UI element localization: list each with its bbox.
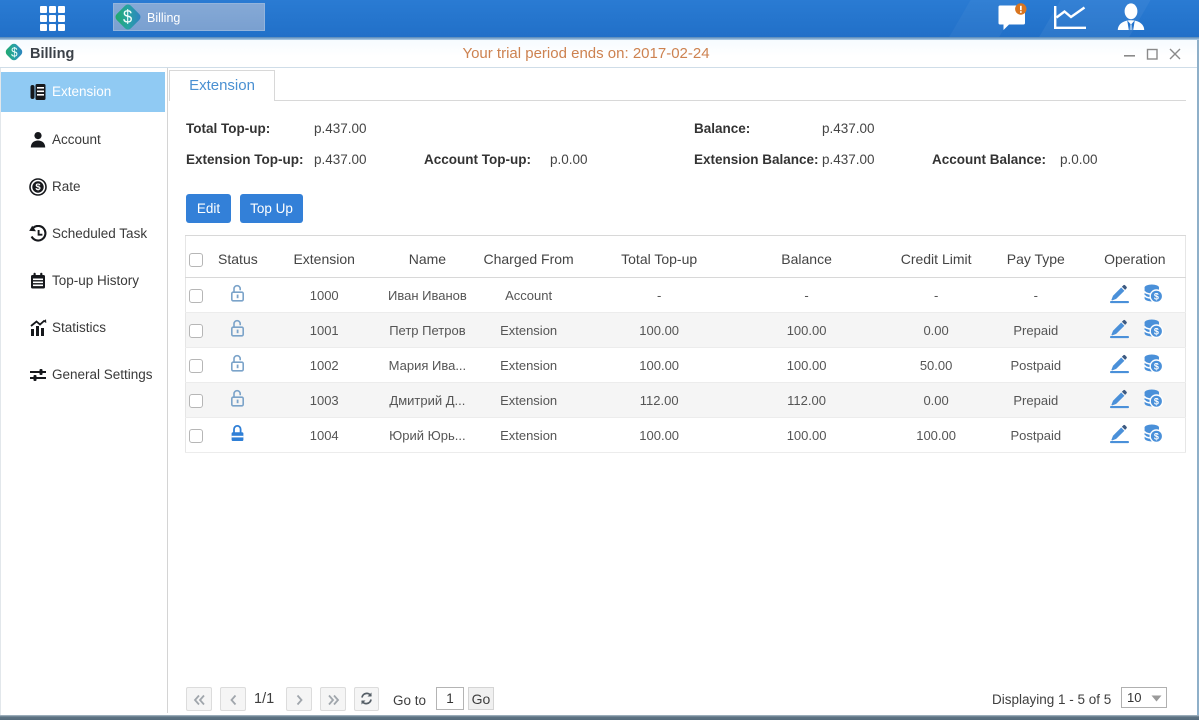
svg-text:$: $ xyxy=(35,182,41,193)
